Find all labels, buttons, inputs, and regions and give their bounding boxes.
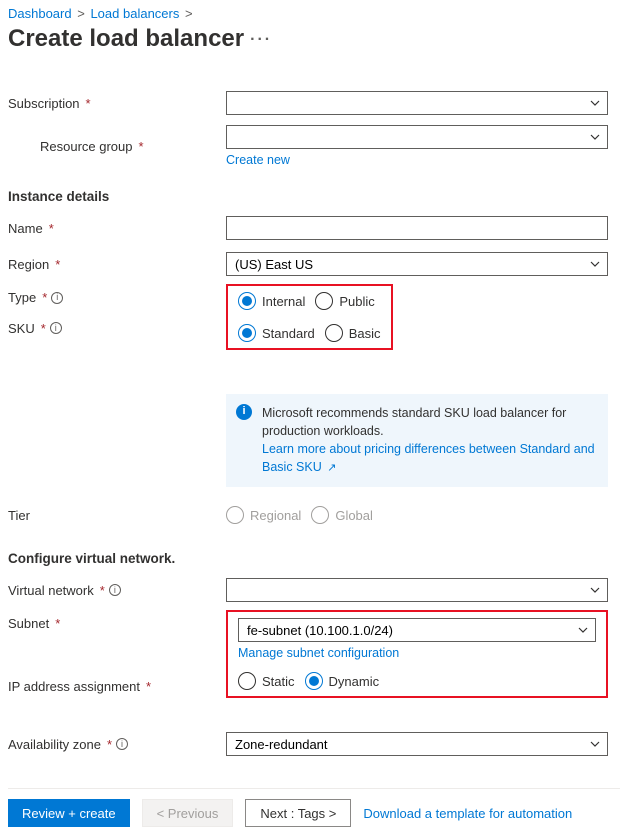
- info-banner: i Microsoft recommends standard SKU load…: [226, 394, 608, 487]
- external-link-icon: ↗: [327, 462, 336, 474]
- chevron-right-icon: >: [185, 6, 193, 21]
- label-subscription: Subscription*: [8, 96, 226, 111]
- page-title: Create load balancer···: [8, 25, 620, 53]
- breadcrumb: Dashboard > Load balancers >: [8, 4, 620, 25]
- label-virtual-network: Virtual network* i: [8, 583, 226, 598]
- label-name: Name*: [8, 221, 226, 236]
- radio-ip-dynamic[interactable]: Dynamic: [305, 672, 380, 690]
- label-availability-zone: Availability zone* i: [8, 737, 226, 752]
- radio-type-internal[interactable]: Internal: [238, 292, 305, 310]
- chevron-right-icon: >: [77, 6, 85, 21]
- subnet-select[interactable]: fe-subnet (10.100.1.0/24): [238, 618, 596, 642]
- previous-button: < Previous: [142, 799, 234, 827]
- review-create-button[interactable]: Review + create: [8, 799, 130, 827]
- info-icon[interactable]: i: [50, 322, 62, 334]
- breadcrumb-load-balancers[interactable]: Load balancers: [90, 6, 179, 21]
- info-solid-icon: i: [236, 404, 252, 420]
- region-select[interactable]: (US) East US: [226, 252, 608, 276]
- create-new-link[interactable]: Create new: [226, 153, 608, 167]
- label-ip-assignment: IP address assignment*: [8, 679, 226, 694]
- section-configure-vn: Configure virtual network.: [8, 551, 620, 566]
- radio-tier-global: Global: [311, 506, 373, 524]
- subscription-select[interactable]: [226, 91, 608, 115]
- label-resource-group: Resource group*: [8, 139, 226, 154]
- radio-ip-static[interactable]: Static: [238, 672, 295, 690]
- info-icon[interactable]: i: [109, 584, 121, 596]
- download-template-link[interactable]: Download a template for automation: [363, 806, 572, 821]
- next-button[interactable]: Next : Tags >: [245, 799, 351, 827]
- info-icon[interactable]: i: [51, 292, 63, 304]
- availability-zone-select[interactable]: Zone-redundant: [226, 732, 608, 756]
- virtual-network-select[interactable]: [226, 578, 608, 602]
- radio-sku-basic[interactable]: Basic: [325, 324, 381, 342]
- breadcrumb-dashboard[interactable]: Dashboard: [8, 6, 72, 21]
- label-sku: SKU* i: [8, 321, 226, 336]
- label-tier: Tier: [8, 508, 226, 523]
- more-icon[interactable]: ···: [250, 31, 272, 48]
- highlight-subnet-ip: fe-subnet (10.100.1.0/24) Manage subnet …: [226, 610, 608, 698]
- highlight-type-sku: Internal Public Standard Basic: [226, 284, 393, 350]
- section-instance-details: Instance details: [8, 189, 620, 204]
- label-region: Region*: [8, 257, 226, 272]
- radio-type-public[interactable]: Public: [315, 292, 374, 310]
- resource-group-select[interactable]: [226, 125, 608, 149]
- manage-subnet-link[interactable]: Manage subnet configuration: [238, 646, 596, 660]
- name-input[interactable]: [226, 216, 608, 240]
- label-subnet: Subnet*: [8, 616, 226, 631]
- radio-tier-regional: Regional: [226, 506, 301, 524]
- footer-bar: Review + create < Previous Next : Tags >…: [8, 789, 620, 839]
- sku-pricing-link[interactable]: Learn more about pricing differences bet…: [262, 442, 595, 474]
- info-icon[interactable]: i: [116, 738, 128, 750]
- label-type: Type* i: [8, 290, 226, 305]
- radio-sku-standard[interactable]: Standard: [238, 324, 315, 342]
